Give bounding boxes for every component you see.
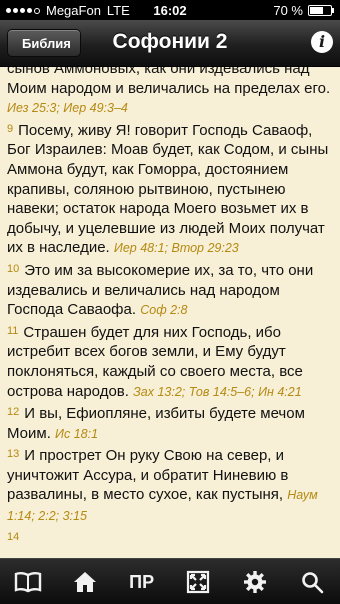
- verse-number: 10: [7, 262, 20, 275]
- verse[interactable]: 11 Страшен будет для них Господь, ибо ист…: [7, 322, 334, 402]
- cross-reference-link[interactable]: Ис 18:1: [55, 427, 98, 441]
- verse-text: И вы, Ефиопляне, избиты будете мечом Мои…: [7, 405, 305, 442]
- chapter-text-area[interactable]: сынов Аммоновых, как они издевались над …: [0, 67, 340, 558]
- verse-text: И прострет Он руку Свою на север, и унич…: [7, 447, 289, 504]
- verse-number: 13: [7, 448, 20, 461]
- verse-number: 11: [7, 324, 19, 337]
- verse[interactable]: 14: [7, 528, 334, 549]
- battery-percent: 70 %: [273, 3, 303, 18]
- verse[interactable]: сынов Аммоновых, как они издевались над …: [7, 67, 334, 119]
- verse-number: 14: [7, 530, 20, 543]
- screen: MegaFon LTE 16:02 70 % Библия Софонии 2 …: [0, 0, 340, 604]
- status-bar: MegaFon LTE 16:02 70 %: [0, 0, 340, 20]
- page-title: Софонии 2: [112, 30, 228, 53]
- verse[interactable]: 9 Посему, живу Я! говорит Господь Саваоф,…: [7, 120, 334, 259]
- cross-reference-link[interactable]: Иез 25:3; Иер 49:3–4: [7, 101, 128, 115]
- verse[interactable]: 12 И вы, Ефиопляне, избиты будете мечом М…: [7, 403, 334, 444]
- verse-text: Посему, живу Я! говорит Господь Саваоф, …: [7, 121, 329, 257]
- verse-number: 12: [7, 406, 20, 419]
- verses-list: сынов Аммоновых, как они издевались над …: [7, 67, 334, 549]
- pr-button[interactable]: ПР: [122, 562, 162, 602]
- battery-area: 70 %: [273, 3, 334, 18]
- verse[interactable]: 10 Это им за высокомерие их, за то, что о…: [7, 260, 334, 321]
- verse[interactable]: 13 И прострет Он руку Свою на север, и ун…: [7, 445, 334, 526]
- fullscreen-icon[interactable]: [178, 562, 218, 602]
- info-icon[interactable]: i: [311, 31, 333, 53]
- cross-reference-link[interactable]: Соф 2:8: [140, 303, 187, 317]
- navigation-bar: Библия Софонии 2 i: [0, 20, 340, 67]
- home-icon[interactable]: [65, 562, 105, 602]
- tab-bar: ПР: [0, 558, 340, 604]
- pr-label: ПР: [129, 571, 155, 592]
- battery-icon: [308, 5, 334, 16]
- verse-text: сынов Аммоновых, как они издевались над …: [7, 67, 331, 97]
- verse-number: 9: [7, 122, 14, 135]
- book-icon[interactable]: [8, 562, 48, 602]
- cross-reference-link[interactable]: Иер 48:1; Втор 29:23: [114, 241, 239, 255]
- search-icon[interactable]: [292, 562, 332, 602]
- gear-icon[interactable]: [235, 562, 275, 602]
- cross-reference-link[interactable]: Зах 13:2; Тов 14:5–6; Ин 4:21: [133, 385, 302, 399]
